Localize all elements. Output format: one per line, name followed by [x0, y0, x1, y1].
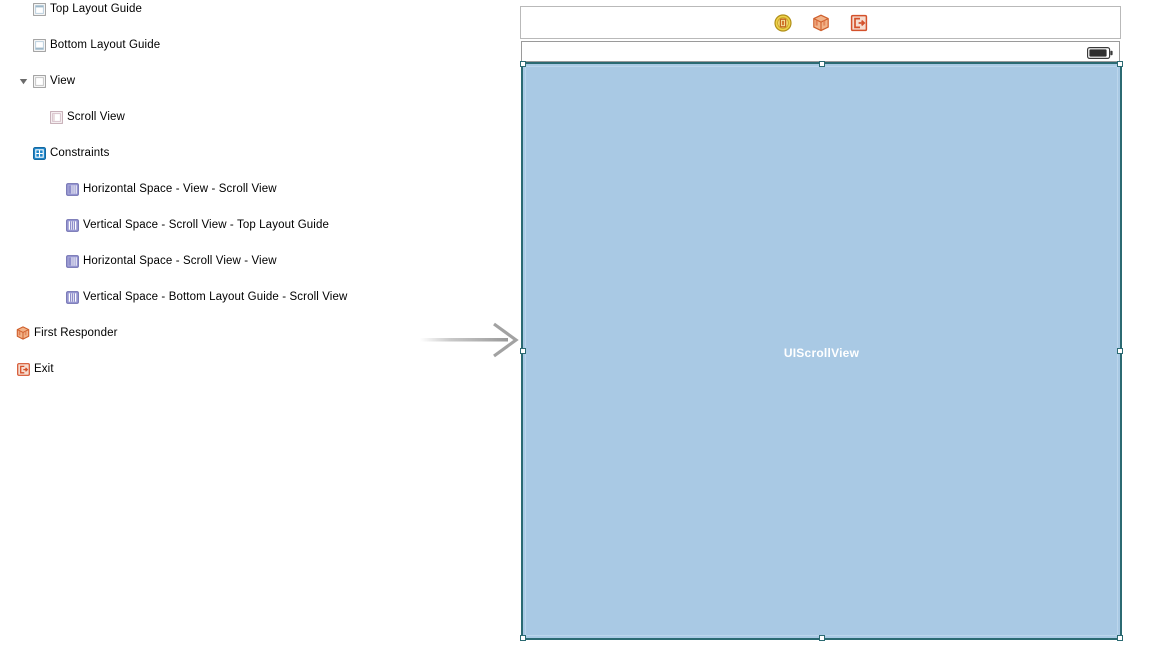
scene-dock[interactable]: [520, 6, 1121, 39]
outline-row[interactable]: Horizontal Space - Scroll View - View: [0, 252, 378, 270]
outline-row[interactable]: Vertical Space - Bottom Layout Guide - S…: [0, 288, 378, 306]
scroll-view-canvas-object[interactable]: UIScrollView: [520, 61, 1123, 641]
scroll-view-selection-border[interactable]: UIScrollView: [520, 61, 1123, 641]
outline-row-label: Bottom Layout Guide: [50, 39, 161, 51]
outline-row[interactable]: Bottom Layout Guide: [0, 36, 378, 54]
resize-handle-middle-right[interactable]: [1117, 348, 1123, 354]
horizontal-constraint-icon: [65, 182, 79, 196]
outline-row[interactable]: Exit: [0, 360, 378, 378]
outline-row-label: Scroll View: [67, 111, 125, 123]
first-responder-dock-icon[interactable]: [812, 14, 830, 32]
resize-handle-top-left[interactable]: [520, 61, 526, 67]
outline-row[interactable]: Constraints: [0, 144, 378, 162]
constraints-folder-icon: [32, 146, 46, 160]
resize-handle-bottom-right[interactable]: [1117, 635, 1123, 641]
resize-handle-bottom-center[interactable]: [818, 635, 825, 641]
outline-row-label: View: [50, 75, 76, 87]
horizontal-constraint-icon: [65, 254, 79, 268]
outline-row-label: Horizontal Space - Scroll View - View: [83, 255, 277, 267]
exit-icon: [16, 362, 30, 376]
outline-row-label: First Responder: [34, 327, 118, 339]
outline-row-label: Vertical Space - Bottom Layout Guide - S…: [83, 291, 348, 303]
vertical-constraint-icon: [65, 290, 79, 304]
outline-row-label: Horizontal Space - View - Scroll View: [83, 183, 277, 195]
view-controller-scene[interactable]: UIScrollView: [520, 6, 1123, 641]
outline-row[interactable]: Top Layout Guide: [0, 0, 378, 18]
battery-icon: [1087, 46, 1113, 59]
outline-tree[interactable]: Top Layout Guide Bottom Layout Guide View S…: [0, 0, 378, 376]
resize-handle-middle-left[interactable]: [520, 348, 526, 354]
outline-row[interactable]: Scroll View: [0, 108, 378, 126]
storyboard-canvas[interactable]: UIScrollView: [378, 0, 1153, 669]
outline-row-label: Top Layout Guide: [50, 3, 142, 15]
resize-handle-top-right[interactable]: [1117, 61, 1123, 67]
scroll-view-label: UIScrollView: [783, 346, 860, 360]
outline-row-label: Constraints: [50, 147, 110, 159]
view-controller-dock-icon[interactable]: [773, 13, 792, 32]
outline-row[interactable]: View: [0, 72, 378, 90]
resize-handle-bottom-left[interactable]: [520, 635, 526, 641]
outline-row-label: Vertical Space - Scroll View - Top Layou…: [83, 219, 329, 231]
outline-row[interactable]: Horizontal Space - View - Scroll View: [0, 180, 378, 198]
bottom-layout-guide-icon: [32, 38, 46, 52]
document-outline-panel: Top Layout Guide Bottom Layout Guide View S…: [0, 0, 378, 669]
outline-row-label: Exit: [34, 363, 54, 375]
exit-dock-icon[interactable]: [850, 14, 868, 32]
scroll-view-icon: [49, 110, 63, 124]
vertical-constraint-icon: [65, 218, 79, 232]
outline-row[interactable]: Vertical Space - Scroll View - Top Layou…: [0, 216, 378, 234]
resize-handle-top-center[interactable]: [818, 61, 825, 67]
simulated-status-bar: [521, 41, 1120, 62]
first-responder-icon: [16, 326, 30, 340]
outline-row[interactable]: First Responder: [0, 324, 378, 342]
initial-view-controller-arrow: [420, 322, 520, 358]
top-layout-guide-icon: [32, 2, 46, 16]
disclosure-triangle-expanded[interactable]: [18, 76, 29, 87]
view-icon: [32, 74, 46, 88]
